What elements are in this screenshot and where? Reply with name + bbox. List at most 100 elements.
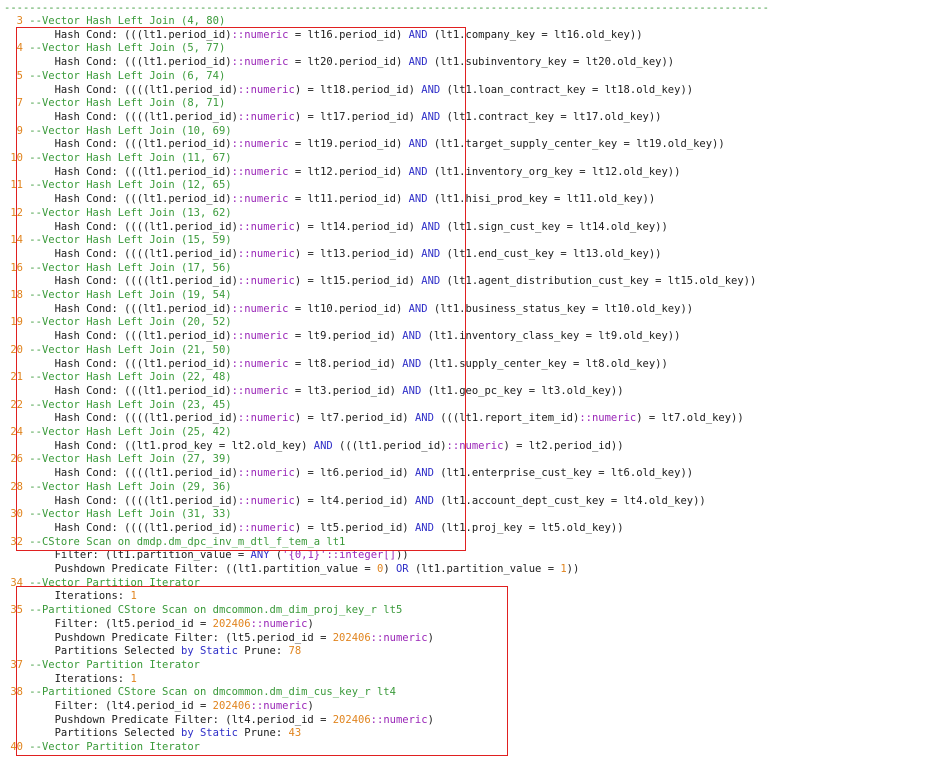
plan-text: AND xyxy=(402,330,422,343)
plan-text: AND xyxy=(408,302,428,315)
plan-text: ) = lt7.period_id) xyxy=(294,412,415,425)
plan-text: 1 xyxy=(130,672,137,685)
plan-text: ::numeric xyxy=(579,412,637,425)
plan-text: --Vector Hash Left Join (23, 45) xyxy=(29,398,232,411)
plan-line: 5 --Vector Hash Left Join (6, 74) xyxy=(4,70,226,83)
plan-text: = lt10.period_id) xyxy=(288,302,409,315)
plan-line: 38 --Partitioned CStore Scan on dmcommon… xyxy=(4,686,396,699)
plan-text: ::numeric xyxy=(231,56,289,69)
plan-text: --Partitioned CStore Scan on dmcommon.dm… xyxy=(29,604,403,617)
plan-text: lt1.period_id xyxy=(149,494,232,507)
plan-text: --Vector Hash Left Join (19, 54) xyxy=(29,289,232,301)
plan-text: --Vector Hash Left Join (5, 77) xyxy=(29,42,226,55)
plan-text: AND xyxy=(414,494,434,507)
plan-text: lt1.period_id xyxy=(149,521,232,534)
plan-text: --Vector Hash Left Join (11, 67) xyxy=(29,152,232,164)
line-number: 21 xyxy=(4,371,30,384)
plan-line: Hash Cond: ((lt1.prod_key = lt2.old_key)… xyxy=(4,440,624,453)
plan-text: Filter: (lt5.period_id = xyxy=(4,617,213,630)
plan-line: Partitions Selected by Static Prune: 78 xyxy=(4,645,302,658)
plan-text: lt1.period_id xyxy=(149,275,232,288)
plan-text: lt1.period_id xyxy=(143,193,226,206)
plan-text: ( xyxy=(269,549,283,562)
plan-text: OR xyxy=(395,563,409,575)
plan-text: Hash Cond: ((( xyxy=(4,193,144,206)
plan-line: 10 --Vector Hash Left Join (11, 67) xyxy=(4,152,232,165)
plan-text: Hash Cond: ((( xyxy=(4,138,144,151)
line-number: 40 xyxy=(4,741,30,754)
plan-text: ::integer[] xyxy=(326,549,396,562)
plan-line: 37 --Vector Partition Iterator xyxy=(4,659,200,672)
plan-line: Hash Cond: ((((lt1.period_id)::numeric) … xyxy=(4,412,744,425)
plan-text: lt1.period_id xyxy=(143,330,226,343)
plan-line: 11 --Vector Hash Left Join (12, 65) xyxy=(4,179,232,192)
plan-text: Hash Cond: (((( xyxy=(4,247,150,260)
plan-line: Hash Cond: (((lt1.period_id)::numeric = … xyxy=(4,302,694,316)
plan-line: Hash Cond: ((((lt1.period_id)::numeric) … xyxy=(4,275,757,288)
plan-text: ::numeric xyxy=(237,83,295,96)
plan-text: AND xyxy=(408,138,428,151)
plan-text: --Vector Hash Left Join (20, 52) xyxy=(29,316,232,329)
plan-text: AND xyxy=(421,247,441,260)
plan-text: lt1.period_id xyxy=(358,439,441,452)
plan-text: 202406 xyxy=(212,617,251,630)
plan-text: (lt1.account_dept_cust_key = lt4.old_key… xyxy=(433,494,706,507)
plan-text: AND xyxy=(402,357,422,370)
plan-text: ) = lt6.period_id) xyxy=(294,467,415,480)
line-number: 14 xyxy=(4,234,30,247)
plan-text: AND xyxy=(402,384,422,397)
plan-text: '{0,1}' xyxy=(282,549,327,562)
plan-text: ::numeric xyxy=(237,220,295,233)
plan-text: ::numeric xyxy=(446,439,504,452)
line-number: 9 xyxy=(4,124,30,137)
plan-text: ::numeric xyxy=(370,713,428,726)
plan-text: ::numeric xyxy=(231,165,289,178)
plan-line: Hash Cond: (((lt1.period_id)::numeric = … xyxy=(4,165,681,179)
plan-line: 21 --Vector Hash Left Join (22, 48) xyxy=(4,371,231,384)
plan-text: = lt3.period_id) xyxy=(288,384,403,397)
line-number: 35 xyxy=(4,604,30,617)
plan-text: ::numeric xyxy=(250,617,308,630)
plan-text: ::numeric xyxy=(231,302,289,315)
plan-line: 22 --Vector Hash Left Join (23, 45) xyxy=(4,398,232,412)
plan-text: --Vector Hash Left Join (31, 33) xyxy=(29,508,232,521)
plan-text: --Vector Hash Left Join (12, 65) xyxy=(29,179,232,192)
plan-text: Prune: xyxy=(237,727,289,740)
plan-line: Pushdown Predicate Filter: (lt4.period_i… xyxy=(4,714,434,727)
line-number: 34 xyxy=(4,576,30,589)
line-number: 7 xyxy=(4,97,30,110)
plan-line: Hash Cond: ((((lt1.period_id)::numeric) … xyxy=(4,221,668,234)
plan-text: Pushdown Predicate Filter: ((lt1.partiti… xyxy=(4,563,377,575)
line-number: 16 xyxy=(4,261,30,274)
plan-text: (lt1.agent_distribution_cust_key = lt15.… xyxy=(440,275,757,288)
plan-text: ) xyxy=(383,563,396,575)
plan-line: Filter: (lt4.period_id = 202406::numeric… xyxy=(4,700,314,713)
plan-line: 7 --Vector Hash Left Join (8, 71) xyxy=(4,97,226,110)
top-rule: ----------------------------------------… xyxy=(4,2,769,14)
plan-text: ::numeric xyxy=(231,330,289,343)
plan-text: ) xyxy=(427,713,434,726)
plan-text: --Partitioned CStore Scan on dmcommon.dm… xyxy=(29,686,396,699)
plan-text: (lt1.inventory_class_key = lt9.old_key)) xyxy=(421,330,681,343)
plan-text: Hash Cond: (((( xyxy=(4,494,150,507)
plan-line: 12 --Vector Hash Left Join (13, 62) xyxy=(4,207,231,220)
line-number: 38 xyxy=(4,686,30,699)
plan-text: ) xyxy=(427,631,434,644)
plan-text: lt1.report_item_id xyxy=(459,412,573,425)
plan-line: 34 --Vector Partition Iterator xyxy=(4,577,200,590)
plan-text: --Vector Hash Left Join (17, 56) xyxy=(29,261,232,274)
plan-line: 19 --Vector Hash Left Join (20, 52) xyxy=(4,316,232,329)
plan-text: (lt1.hisi_prod_key = lt11.old_key)) xyxy=(427,193,656,206)
plan-line: 26 --Vector Hash Left Join (27, 39) xyxy=(4,453,231,466)
plan-text: (lt1.inventory_org_key = lt12.old_key)) xyxy=(427,165,681,178)
plan-text: Iterations: xyxy=(4,672,131,685)
plan-text: Filter: (lt1.partition_value = xyxy=(4,549,251,562)
plan-text: lt1.period_id xyxy=(149,247,232,260)
plan-text: 202406 xyxy=(332,713,371,726)
plan-line: Hash Cond: (((lt1.period_id)::numeric = … xyxy=(4,330,681,343)
plan-text: ) = lt2.period_id)) xyxy=(503,439,624,452)
line-number: 4 xyxy=(4,42,30,55)
query-plan-output: ----------------------------------------… xyxy=(0,0,926,768)
plan-text: Hash Cond: ((( xyxy=(4,28,144,41)
plan-text: Hash Cond: ((( xyxy=(4,56,144,69)
